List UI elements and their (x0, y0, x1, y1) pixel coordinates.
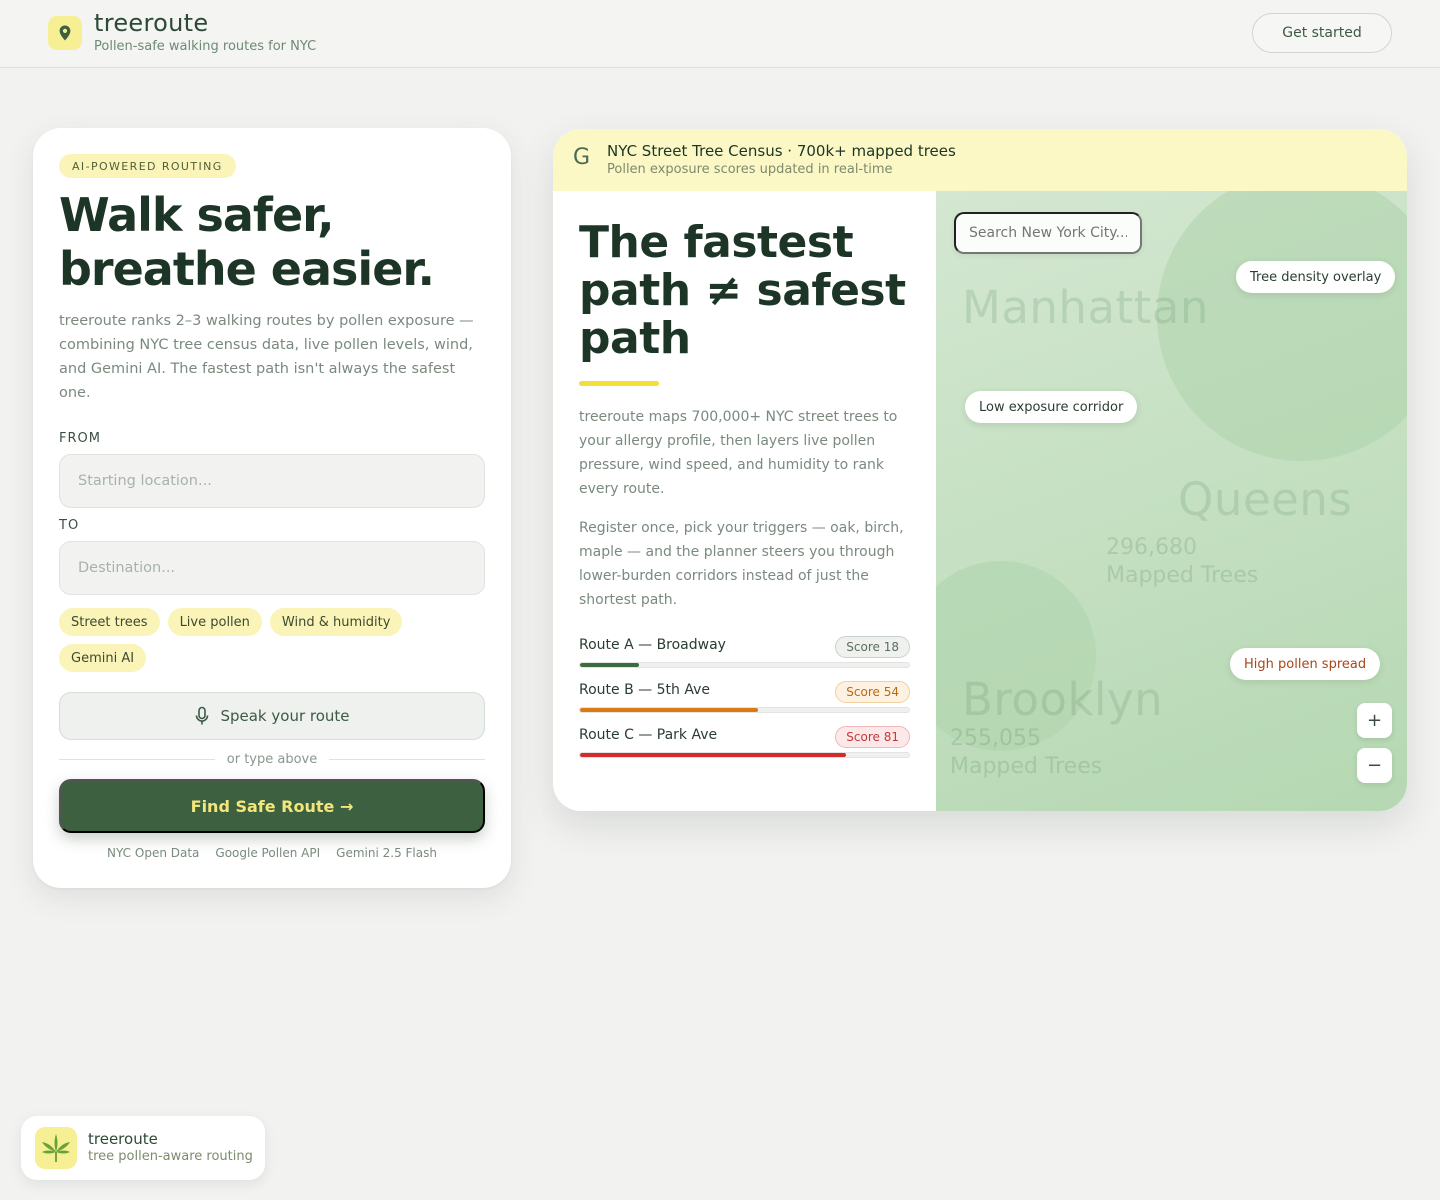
from-label: FROM (59, 431, 101, 446)
info-pane: The fastest path ≠ safest path treeroute… (553, 191, 936, 811)
zoom-out-button[interactable]: − (1357, 748, 1392, 783)
census-title: NYC Street Tree Census · 700k+ mapped tr… (607, 142, 956, 160)
route-planner-card: AI-POWERED ROUTING Walk safer, breathe e… (33, 128, 511, 888)
info-title-line: The fastest (579, 217, 854, 268)
route-score-bar (579, 707, 910, 713)
route-score-fill (580, 708, 758, 712)
high-pollen-spread-label[interactable]: High pollen spread (1230, 648, 1381, 680)
census-subtitle: Pollen exposure scores updated in real-t… (607, 162, 893, 177)
chip-gemini-ai: Gemini AI (59, 644, 147, 672)
logo[interactable] (48, 16, 82, 50)
source-item: Gemini 2.5 Flash (336, 846, 437, 860)
google-g-icon: G (573, 145, 591, 170)
feature-chips: Street trees Live pollen Wind & humidity… (59, 608, 439, 672)
chip-live-pollen: Live pollen (167, 608, 262, 636)
cannabis-leaf-icon (42, 1134, 70, 1162)
to-input[interactable] (59, 541, 485, 595)
speak-route-label: Speak your route (220, 707, 350, 725)
route-score-bar (579, 752, 910, 758)
route-row[interactable]: Route B — 5th Ave Score 54 (579, 681, 910, 717)
get-started-button[interactable]: Get started (1252, 13, 1392, 53)
footer-brand-name: treeroute (88, 1130, 158, 1148)
chip-wind-humidity: Wind & humidity (269, 608, 403, 636)
route-score-badge: Score 54 (835, 681, 910, 703)
hero-description: treeroute ranks 2–3 walking routes by po… (59, 313, 474, 401)
borough-label-manhattan: Manhattan (962, 281, 1209, 334)
low-exposure-corridor-label[interactable]: Low exposure corridor (965, 391, 1138, 423)
brand-name[interactable]: treeroute (94, 9, 208, 37)
brooklyn-tree-count: 255,055 (950, 726, 1041, 751)
map-panel[interactable]: Tree density overlay Low exposure corrid… (936, 191, 1407, 811)
queens-tree-unit: Mapped Trees (1106, 563, 1259, 588)
hero-title-line: breathe easier. (59, 242, 435, 296)
ai-routing-badge: AI-POWERED ROUTING (59, 154, 236, 178)
borough-label-brooklyn: Brooklyn (962, 673, 1164, 726)
route-row[interactable]: Route A — Broadway Score 18 (579, 636, 910, 672)
from-input[interactable] (59, 454, 485, 508)
route-score-badge: Score 81 (835, 726, 910, 748)
borough-label-queens: Queens (1178, 473, 1353, 526)
feature-card: G NYC Street Tree Census · 700k+ mapped … (553, 129, 1407, 811)
info-paragraph: treeroute maps 700,000+ NYC street trees… (579, 409, 898, 497)
map-search-input[interactable] (954, 212, 1142, 254)
map-pin-icon (59, 25, 71, 41)
route-row[interactable]: Route C — Park Ave Score 81 (579, 726, 910, 762)
hero-title-line: Walk safer, (59, 188, 335, 242)
route-score-fill (580, 753, 847, 757)
route-score-badge: Score 18 (835, 636, 910, 658)
route-score-bar (579, 662, 910, 668)
to-label: TO (59, 518, 80, 533)
or-divider: or type above (59, 748, 485, 770)
data-sources: NYC Open Data Google Pollen API Gemini 2… (33, 846, 511, 860)
top-bar: treeroute Pollen-safe walking routes for… (0, 0, 1440, 68)
footer-brand-subtitle: tree pollen-aware routing (88, 1149, 253, 1164)
find-safe-route-button[interactable]: Find Safe Route → (59, 779, 485, 833)
route-score-fill (580, 663, 640, 667)
source-item: Google Pollen API (215, 846, 321, 860)
source-item: NYC Open Data (107, 846, 200, 860)
hero-title: Walk safer, breathe easier. (59, 188, 489, 296)
info-title: The fastest path ≠ safest path (579, 219, 919, 363)
divider-text: or type above (226, 751, 318, 767)
speak-route-button[interactable]: Speak your route (59, 692, 485, 740)
footer-brand[interactable]: treeroute tree pollen-aware routing (21, 1116, 265, 1180)
title-underline (579, 381, 659, 386)
brand-tagline: Pollen-safe walking routes for NYC (94, 39, 317, 54)
census-banner: G NYC Street Tree Census · 700k+ mapped … (553, 129, 1407, 191)
route-name: Route A — Broadway (579, 637, 726, 653)
route-name: Route C — Park Ave (579, 727, 718, 743)
info-title-line: path ≠ safest (579, 265, 906, 316)
route-name: Route B — 5th Ave (579, 682, 710, 698)
leaf-tile (35, 1127, 77, 1169)
chip-street-trees: Street trees (59, 608, 160, 636)
brooklyn-tree-unit: Mapped Trees (950, 754, 1103, 779)
zoom-in-button[interactable]: + (1357, 703, 1392, 738)
queens-tree-count: 296,680 (1106, 535, 1197, 560)
info-title-line: path (579, 313, 691, 364)
microphone-icon (196, 706, 209, 725)
info-paragraph: Register once, pick your triggers — oak,… (579, 520, 904, 608)
tree-density-overlay-toggle[interactable]: Tree density overlay (1236, 261, 1396, 293)
